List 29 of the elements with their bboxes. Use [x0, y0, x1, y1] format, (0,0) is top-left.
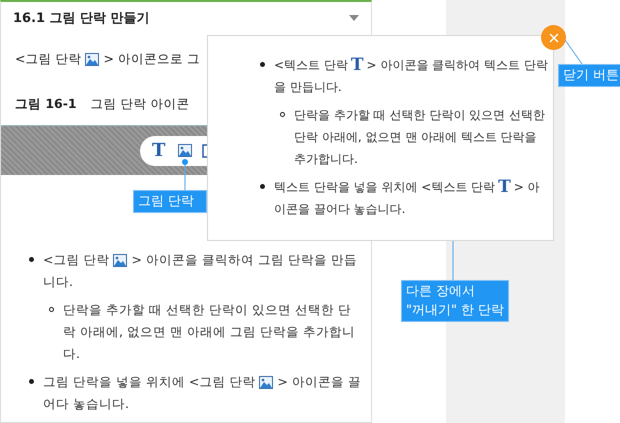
callout-label: 닫기 버튼	[558, 64, 620, 87]
paragraph-text: <그림 단락	[43, 251, 110, 269]
paragraph-text: 이콘을 끌어다 놓습니다.	[274, 201, 406, 218]
paragraph-text: 다.	[63, 345, 80, 363]
callout-label: 다른 장에서 "꺼내기" 한 단락	[401, 280, 510, 322]
paragraph-text: 그림 단락을 넣을 위치에 <그림 단락	[43, 373, 256, 391]
text-paragraph-icon: T	[498, 178, 511, 196]
paragraph-text: 을 만듭니다.	[274, 79, 342, 96]
paragraph-text: > 아이콘을 클릭하여 그림 단락을 만듭	[131, 251, 357, 269]
paragraph-text: 니다.	[43, 273, 73, 291]
paragraph-text: > 아이콘을 클릭하여 텍스트 단락	[366, 57, 548, 74]
paragraph-text: 어다 놓습니다.	[43, 395, 129, 413]
paragraph-text: <텍스트 단락	[274, 57, 348, 74]
figure-number: 그림 16-1	[15, 96, 77, 113]
callout-label: 그림 단락	[133, 190, 207, 213]
paragraph-text: 단락을 추가할 때 선택한 단락이 있으면 선택한 단	[63, 301, 351, 319]
paragraph-text: 단락을 추가할 때 선택한 단락이 있으면 선택한	[294, 107, 545, 124]
text-paragraph-icon[interactable]: T	[152, 142, 166, 160]
paragraph-text: > 아이콘으로 그	[103, 50, 200, 68]
paragraph-text: 단락 아래에, 없으면 맨 아래에 텍스트 단락을	[294, 129, 537, 146]
paragraph-text: > 아	[514, 179, 540, 196]
paragraph-text: 락 아래에, 없으면 맨 아래에 그림 단락을 추가합니	[63, 323, 355, 341]
paragraph-text: 텍스트 단락을 넣을 위치에 <텍스트 단락	[274, 179, 496, 196]
paragraph-text: <그림 단락	[15, 50, 82, 68]
paragraph-text: > 아이콘을 끌	[277, 373, 361, 391]
paragraph-text: 추가합니다.	[294, 151, 358, 168]
figure-caption: 그림 단락 아이콘	[90, 96, 190, 113]
section-title: 16.1 그림 단락 만들기	[13, 10, 150, 27]
text-paragraph-icon: T	[350, 56, 364, 74]
